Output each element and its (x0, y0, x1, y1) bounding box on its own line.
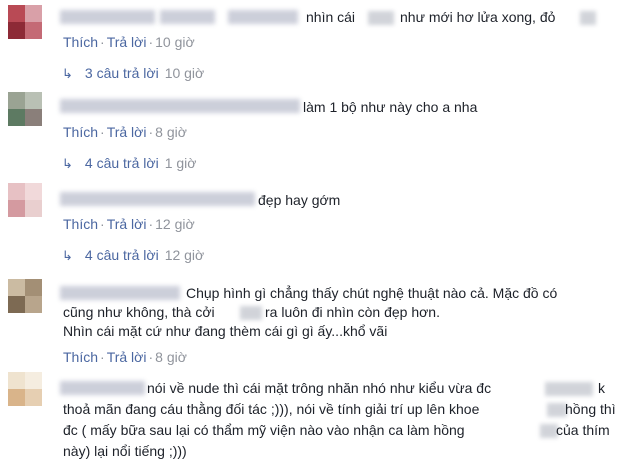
reply-link[interactable]: Trả lời (107, 124, 147, 140)
comment-text: hồng thì (565, 401, 616, 417)
avatar[interactable] (8, 5, 42, 39)
comment-text: đẹp hay gớm (258, 192, 341, 208)
comment-text: nhìn cái (306, 9, 356, 25)
comment-actions: Thích · Trả lời · 10 giờ (63, 34, 195, 50)
comment-text: ra luôn đi nhìn còn đẹp hơn. (265, 304, 440, 320)
censored-word (547, 403, 567, 417)
comment-text: như mới hơ lửa xong, đỏ (400, 9, 556, 25)
view-replies-link[interactable]: ↳ 4 câu trả lời 12 giờ (62, 246, 204, 265)
censored-word (240, 306, 262, 320)
avatar[interactable] (8, 92, 42, 126)
commenter-name[interactable] (60, 10, 155, 24)
reply-arrow-icon: ↳ (62, 66, 73, 81)
comment-actions: Thích · Trả lời · 8 giờ (63, 349, 187, 365)
reply-arrow-icon: ↳ (62, 156, 73, 171)
comment-text: Nhìn cái mặt cứ như đang thèm cái gì gì … (63, 323, 388, 339)
reply-link[interactable]: Trả lời (107, 349, 147, 365)
censored-word (580, 11, 596, 25)
comment-text: k (598, 380, 605, 396)
reply-link[interactable]: Trả lời (107, 216, 147, 232)
avatar[interactable] (8, 279, 42, 313)
commenter-name[interactable] (60, 286, 180, 300)
like-link[interactable]: Thích (63, 349, 98, 365)
commenter-name[interactable] (60, 381, 145, 395)
like-link[interactable]: Thích (63, 34, 98, 50)
avatar[interactable] (8, 372, 42, 406)
comment-text: thoả mãn đang cáu thằng đối tác ;))), nó… (63, 401, 480, 417)
comment-text: nói về nude thì cái mặt trông nhăn nhó n… (147, 380, 492, 396)
like-link[interactable]: Thích (63, 216, 98, 232)
timestamp[interactable]: 12 giờ (155, 216, 195, 232)
comment-text: cũng như không, thà cởi (63, 304, 215, 320)
timestamp[interactable]: 10 giờ (155, 34, 195, 50)
comment-text: này) lại nổi tiếng ;))) (63, 443, 187, 459)
comment-text: đc ( mấy bữa sau lại có thẩm mỹ viện nào… (63, 422, 465, 438)
timestamp[interactable]: 8 giờ (155, 124, 187, 140)
comment-text: Chụp hình gì chẳng thấy chút nghệ thuật … (186, 285, 558, 301)
view-replies-link[interactable]: ↳ 4 câu trả lời 1 giờ (62, 154, 196, 173)
commenter-name (160, 10, 215, 24)
comment-actions: Thích · Trả lời · 8 giờ (63, 124, 187, 140)
timestamp[interactable]: 8 giờ (155, 349, 187, 365)
view-replies-link[interactable]: ↳ 3 câu trả lời 10 giờ (62, 64, 204, 83)
reply-link[interactable]: Trả lời (107, 34, 147, 50)
avatar[interactable] (8, 183, 42, 217)
censored-word (368, 11, 394, 25)
censored-word (545, 382, 593, 396)
comment-text: của thím (556, 422, 610, 438)
reply-arrow-icon: ↳ (62, 248, 73, 263)
like-link[interactable]: Thích (63, 124, 98, 140)
commenter-name[interactable] (60, 99, 300, 113)
comment-actions: Thích · Trả lời · 12 giờ (63, 216, 195, 232)
commenter-name (228, 10, 298, 24)
commenter-name[interactable] (60, 192, 255, 206)
comment-text: làm 1 bộ như này cho a nha (303, 99, 478, 115)
